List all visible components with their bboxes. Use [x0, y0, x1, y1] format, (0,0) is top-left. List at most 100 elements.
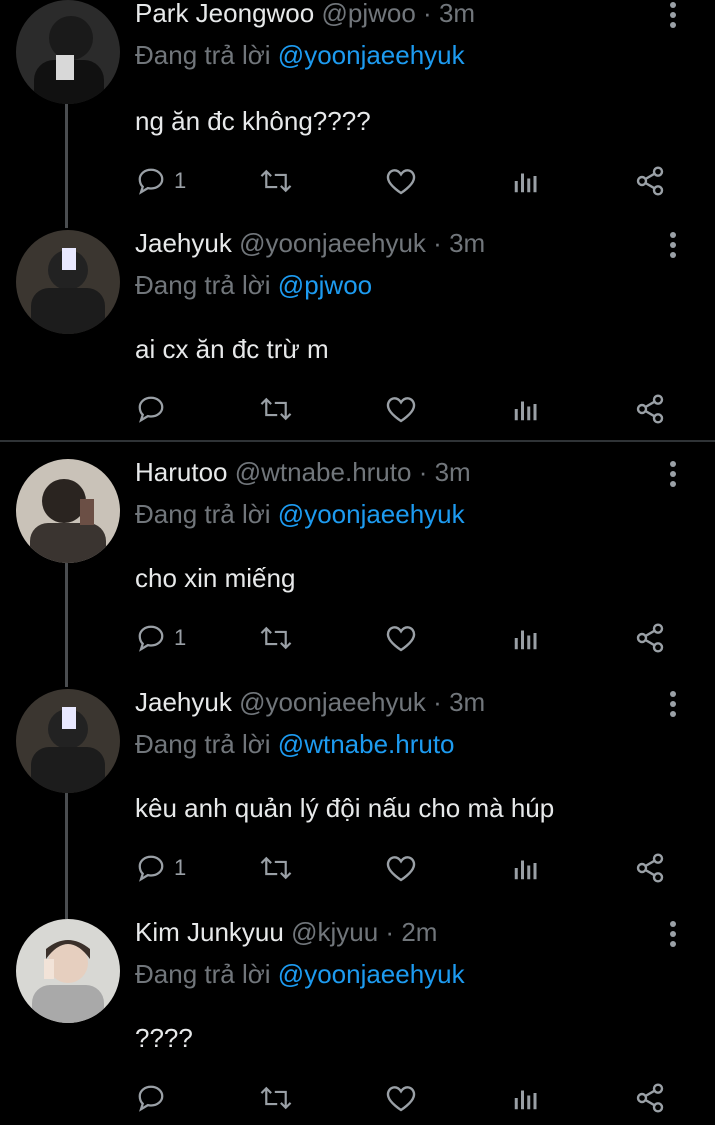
display-name[interactable]: Park Jeongwoo: [135, 0, 314, 28]
more-options-icon[interactable]: [661, 691, 685, 725]
replying-to-label: Đang trả lời: [135, 40, 271, 70]
separator-dot: ·: [385, 917, 395, 947]
separator-dot: ·: [433, 228, 442, 258]
retweet-icon: [260, 169, 292, 193]
share-icon: [636, 1083, 664, 1113]
like-button[interactable]: [385, 1080, 417, 1116]
mention-link[interactable]: @yoonjaeehyuk: [278, 499, 465, 529]
timestamp[interactable]: 3m: [435, 457, 471, 487]
user-handle[interactable]: @kjyuu: [291, 917, 378, 947]
reply-button[interactable]: [136, 1080, 174, 1116]
replying-to-label: Đang trả lời: [135, 959, 271, 989]
mention-link[interactable]: @yoonjaeehyuk: [278, 40, 465, 70]
reply-icon: [138, 396, 164, 423]
stats-icon: [514, 401, 537, 421]
reply-button[interactable]: 1: [136, 163, 186, 199]
tweet-text: ????: [135, 1023, 193, 1053]
tweet[interactable]: Kim Junkyuu @kjyuu · 2m Đang trả lời @yo…: [0, 917, 715, 1125]
reply-icon: [138, 625, 164, 652]
analytics-button[interactable]: [511, 620, 541, 656]
display-name[interactable]: Jaehyuk: [135, 228, 232, 258]
avatar[interactable]: [16, 230, 120, 334]
avatar[interactable]: [16, 459, 120, 563]
analytics-button[interactable]: [511, 391, 541, 427]
replying-to: Đang trả lời @yoonjaeehyuk: [135, 959, 465, 990]
retweet-button[interactable]: [259, 620, 293, 656]
mention-link[interactable]: @wtnabe.hruto: [278, 729, 455, 759]
user-handle[interactable]: @wtnabe.hruto: [235, 457, 412, 487]
reply-count: 1: [174, 625, 187, 650]
share-button[interactable]: [634, 850, 666, 886]
reply-button[interactable]: [136, 391, 174, 427]
like-button[interactable]: [385, 391, 417, 427]
retweet-button[interactable]: [259, 1080, 293, 1116]
thread-divider: [0, 440, 715, 442]
action-bar: 1: [0, 163, 715, 203]
heart-icon: [386, 856, 416, 882]
tweet-text: ng ăn đc không????: [135, 106, 371, 136]
retweet-icon: [260, 626, 292, 650]
heart-icon: [386, 169, 416, 195]
share-button[interactable]: [634, 1080, 666, 1116]
timestamp[interactable]: 3m: [449, 687, 485, 717]
replying-to-label: Đang trả lời: [135, 270, 271, 300]
separator-dot: ·: [433, 687, 442, 717]
retweet-button[interactable]: [259, 163, 293, 199]
like-button[interactable]: [385, 163, 417, 199]
tweet-text: ai cx ăn đc trừ m: [135, 334, 329, 364]
timestamp[interactable]: 3m: [439, 0, 475, 28]
replying-to: Đang trả lời @yoonjaeehyuk: [135, 40, 465, 71]
more-options-icon[interactable]: [661, 921, 685, 955]
timestamp[interactable]: 2m: [401, 917, 437, 947]
replying-to-label: Đang trả lời: [135, 729, 271, 759]
tweet[interactable]: Park Jeongwoo @pjwoo · 3m Đang trả lời @…: [0, 0, 715, 228]
tweet[interactable]: Harutoo @wtnabe.hruto · 3m Đang trả lời …: [0, 457, 715, 687]
tweet-header: Kim Junkyuu @kjyuu · 2m: [135, 917, 437, 948]
tweet[interactable]: Jaehyuk @yoonjaeehyuk · 3m Đang trả lời …: [0, 687, 715, 919]
more-options-icon[interactable]: [661, 2, 685, 36]
like-button[interactable]: [385, 620, 417, 656]
mention-link[interactable]: @yoonjaeehyuk: [278, 959, 465, 989]
tweet[interactable]: Jaehyuk @yoonjaeehyuk · 3m Đang trả lời …: [0, 228, 715, 440]
share-icon: [636, 394, 664, 424]
reply-icon: [138, 1085, 164, 1112]
replying-to: Đang trả lời @yoonjaeehyuk: [135, 499, 465, 530]
mention-link[interactable]: @pjwoo: [278, 270, 372, 300]
display-name[interactable]: Kim Junkyuu: [135, 917, 284, 947]
avatar[interactable]: [16, 919, 120, 1023]
analytics-button[interactable]: [511, 163, 541, 199]
separator-dot: ·: [418, 457, 428, 487]
tweet-text: cho xin miếng: [135, 563, 296, 593]
user-handle[interactable]: @yoonjaeehyuk: [239, 228, 426, 258]
share-button[interactable]: [634, 391, 666, 427]
display-name[interactable]: Harutoo: [135, 457, 228, 487]
action-bar: 1: [0, 850, 715, 890]
replying-to: Đang trả lời @pjwoo: [135, 270, 372, 301]
user-handle[interactable]: @pjwoo: [321, 0, 415, 28]
heart-icon: [386, 1086, 416, 1112]
analytics-button[interactable]: [511, 1080, 541, 1116]
share-icon: [636, 623, 664, 653]
like-button[interactable]: [385, 850, 417, 886]
reply-button[interactable]: 1: [136, 850, 186, 886]
reply-count: 1: [174, 168, 187, 193]
reply-button[interactable]: 1: [136, 620, 186, 656]
share-button[interactable]: [634, 620, 666, 656]
retweet-button[interactable]: [259, 850, 293, 886]
share-icon: [636, 853, 664, 883]
share-button[interactable]: [634, 163, 666, 199]
reply-count: 1: [174, 855, 187, 880]
more-options-icon[interactable]: [661, 232, 685, 266]
more-options-icon[interactable]: [661, 461, 685, 495]
retweet-button[interactable]: [259, 391, 293, 427]
display-name[interactable]: Jaehyuk: [135, 687, 232, 717]
avatar[interactable]: [16, 0, 120, 104]
user-handle[interactable]: @yoonjaeehyuk: [239, 687, 426, 717]
reply-icon: [138, 168, 164, 195]
avatar[interactable]: [16, 689, 120, 793]
tweet-header: Jaehyuk @yoonjaeehyuk · 3m: [135, 228, 485, 259]
timestamp[interactable]: 3m: [449, 228, 485, 258]
retweet-icon: [260, 1086, 292, 1110]
stats-icon: [514, 860, 537, 880]
analytics-button[interactable]: [511, 850, 541, 886]
